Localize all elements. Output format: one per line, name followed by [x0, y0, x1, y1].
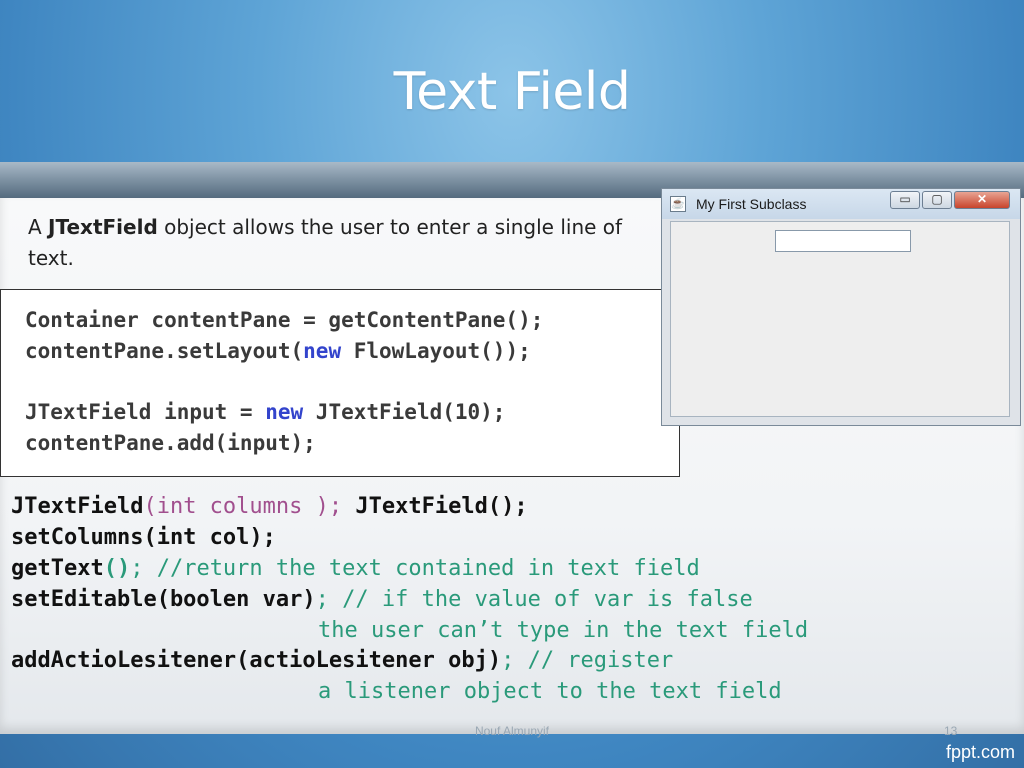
window-title: My First Subclass [696, 196, 807, 212]
code-line-4-text: contentPane.add(input); [25, 431, 316, 455]
api-addactionlistener-comment: ; // register [501, 648, 674, 673]
brand-logo-text: fppt.com [946, 742, 1016, 762]
api-addactionlistener: addActioLesitener(actioLesitener obj) [11, 648, 502, 673]
code-line-2-keyword: new [303, 339, 342, 363]
minimize-button[interactable]: ▭ [890, 191, 920, 209]
window-titlebar[interactable]: ☕ My First Subclass ▭ ▢ ✕ [662, 189, 1020, 219]
code-line-4: contentPane.add(input); [25, 431, 316, 455]
footer-author: Nouf Almunyif [474, 724, 550, 738]
api-constructor-1-params: (int columns ); [143, 494, 343, 519]
api-line-7: a listener object to the text field [318, 679, 782, 704]
api-seteditable-comment: ; // if the value of var is false [315, 587, 753, 612]
api-seteditable: setEditable(boolen var) [11, 587, 316, 612]
code-line-2: contentPane.setLayout(new FlowLayout()); [25, 339, 531, 363]
maximize-button[interactable]: ▢ [922, 191, 952, 209]
code-line-2-pre: contentPane.setLayout( [25, 339, 304, 363]
description-term: JTextField [48, 215, 158, 239]
api-line-5: the user can’t type in the text field [318, 618, 809, 643]
code-line-3-pre: JTextField input = [25, 400, 266, 424]
code-line-3-post: JTextField(10); [303, 400, 506, 424]
slide-title: Text Field [393, 62, 631, 122]
api-line-6: addActioLesitener(actioLesitener obj); /… [11, 648, 673, 673]
api-gettext: getText [11, 556, 104, 581]
code-line-2-post: FlowLayout()); [341, 339, 531, 363]
description-text: A JTextField object allows the user to e… [28, 212, 648, 274]
close-button[interactable]: ✕ [954, 191, 1010, 209]
code-line-3: JTextField input = new JTextField(10); [25, 400, 505, 424]
window-content-pane [670, 221, 1010, 417]
api-gettext-parens: () [103, 556, 131, 581]
api-line-1: JTextField(int columns ); JTextField(); [11, 494, 528, 519]
java-cup-icon: ☕ [670, 196, 686, 212]
code-line-3-keyword: new [265, 400, 304, 424]
api-constructor-2: JTextField(); [342, 494, 528, 519]
code-line-1: Container contentPane = getContentPane()… [25, 308, 543, 332]
api-line-3: getText(); //return the text contained i… [11, 556, 700, 581]
java-window: ☕ My First Subclass ▭ ▢ ✕ [661, 188, 1021, 426]
page-number: 13 [944, 724, 958, 738]
text-field-input[interactable] [775, 230, 911, 252]
code-example-box: Container contentPane = getContentPane()… [0, 289, 680, 477]
api-constructor-1: JTextField [11, 494, 144, 519]
api-gettext-comment: ; //return the text contained in text fi… [130, 556, 700, 581]
api-line-4: setEditable(boolen var); // if the value… [11, 587, 753, 612]
api-line-2: setColumns(int col); [11, 525, 276, 550]
description-prefix: A [28, 215, 49, 239]
code-line-1-text: Container contentPane = getContentPane()… [25, 308, 544, 332]
api-setcolumns: setColumns(int col); [11, 525, 276, 550]
